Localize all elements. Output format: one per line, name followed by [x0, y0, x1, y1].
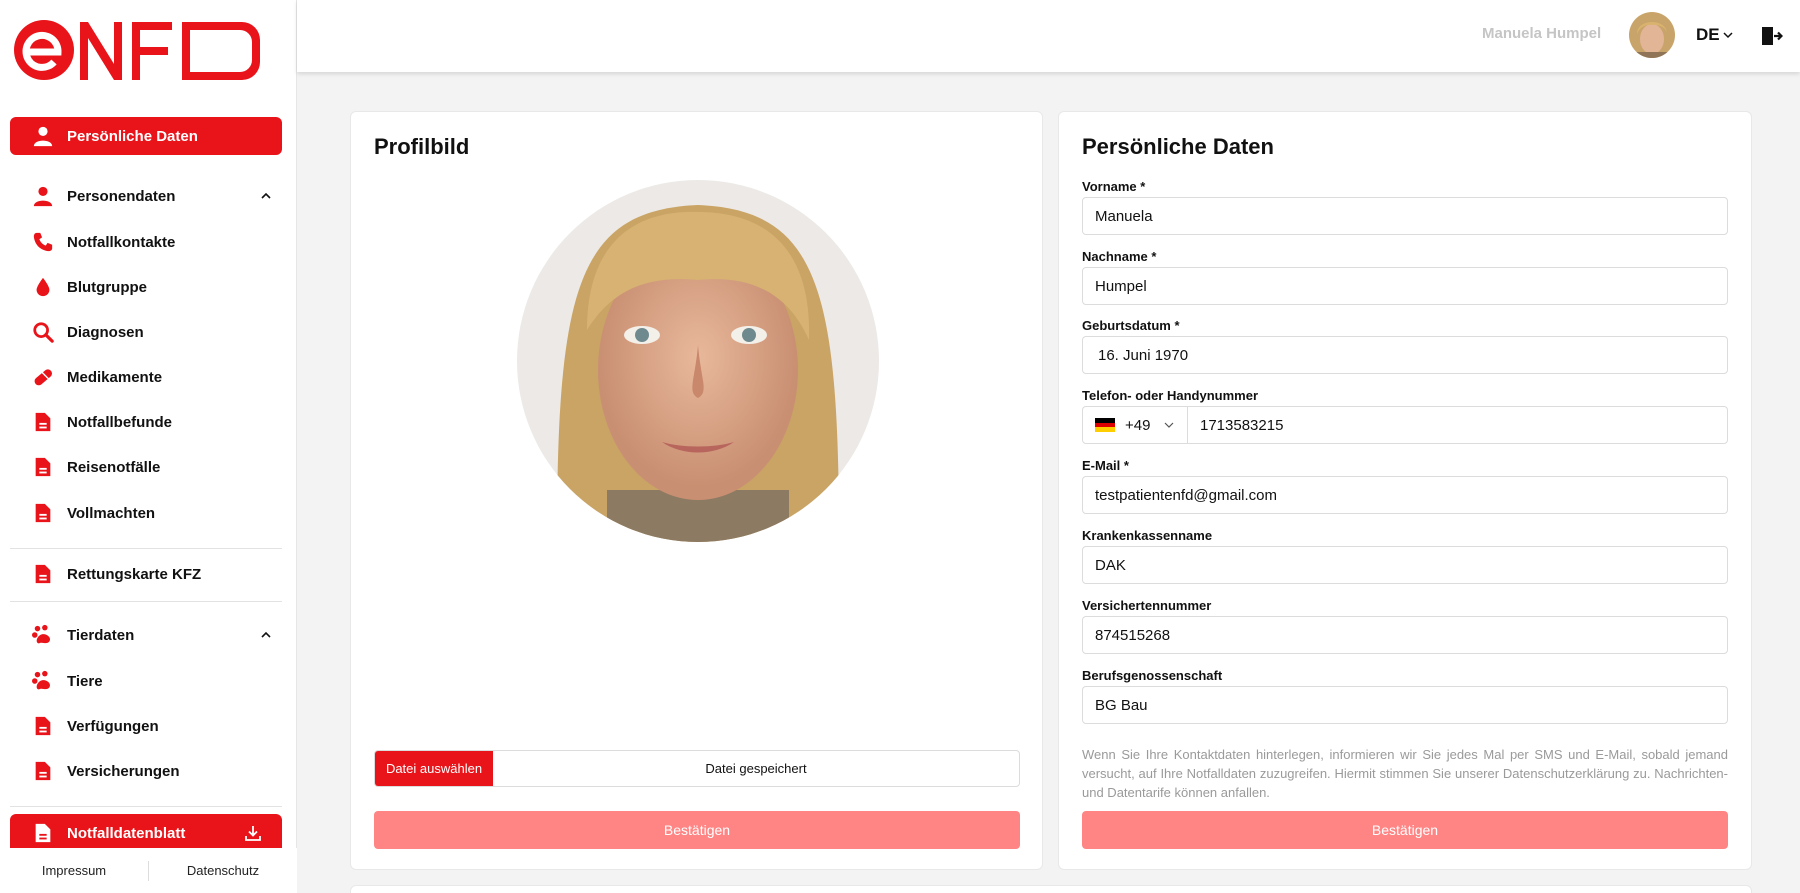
sidebar-item-versicherungen[interactable]: Versicherungen	[10, 752, 282, 790]
card-title: Persönliche Daten	[1082, 134, 1274, 159]
country-code: +49	[1125, 416, 1151, 434]
personal-confirm-button[interactable]: Bestätigen	[1082, 811, 1728, 849]
profile-photo	[517, 180, 879, 542]
person-icon	[31, 184, 55, 208]
document-icon	[31, 714, 55, 738]
impressum-link[interactable]: Impressum	[0, 863, 148, 878]
file-upload[interactable]: Datei auswählen Datei gespeichert	[374, 750, 1020, 787]
sidebar-item-notfallbefunde[interactable]: Notfallbefunde	[10, 403, 282, 441]
lastname-label: Nachname *	[1082, 249, 1157, 264]
language-label: DE	[1696, 25, 1720, 44]
document-icon	[31, 501, 55, 525]
paw-icon	[31, 669, 55, 693]
sidebar-item-label: Diagnosen	[67, 323, 144, 341]
sidebar-item-label: Blutgruppe	[67, 278, 147, 296]
sidebar-group-personendaten[interactable]: Personendaten	[10, 177, 282, 215]
sidebar-item-label: Tiere	[67, 672, 103, 690]
firstname-input[interactable]: Manuela	[1082, 197, 1728, 235]
phone-field: +49 1713583215	[1082, 406, 1728, 444]
sidebar-divider	[10, 806, 282, 807]
sidebar-group-label: Tierdaten	[67, 626, 135, 644]
search-icon	[31, 320, 55, 344]
phone-label: Telefon- oder Handynummer	[1082, 388, 1259, 403]
blood-drop-icon	[31, 275, 55, 299]
sidebar-item-label: Persönliche Daten	[67, 127, 198, 145]
logout-icon[interactable]	[1759, 24, 1783, 48]
trade-association-label: Berufsgenossenschaft	[1082, 668, 1223, 683]
file-status: Datei gespeichert	[705, 761, 807, 776]
choose-file-button[interactable]: Datei auswählen	[375, 751, 493, 786]
document-icon	[31, 455, 55, 479]
next-card	[350, 885, 1752, 893]
insurer-label: Krankenkassenname	[1082, 528, 1213, 543]
lastname-input[interactable]: Humpel	[1082, 267, 1728, 305]
firstname-label: Vorname *	[1082, 179, 1146, 194]
sidebar-item-label: Notfallkontakte	[67, 233, 176, 251]
chevron-down-icon	[1165, 422, 1174, 428]
sidebar-item-medikamente[interactable]: Medikamente	[10, 358, 282, 396]
sidebar-item-tiere[interactable]: Tiere	[10, 662, 282, 700]
sidebar-divider	[10, 601, 282, 602]
sidebar-item-label: Rettungskarte KFZ	[67, 565, 202, 583]
germany-flag-icon	[1095, 418, 1115, 433]
profile-card: Profilbild Datei auswählen Datei gespeic…	[350, 111, 1043, 870]
sidebar-item-label: Vollmachten	[67, 504, 156, 522]
email-label: E-Mail *	[1082, 458, 1129, 473]
email-input[interactable]: testpatientenfd@gmail.com	[1082, 476, 1728, 514]
sidebar-footer: Impressum Datenschutz	[0, 848, 297, 893]
sidebar-item-diagnosen[interactable]: Diagnosen	[10, 313, 282, 351]
document-icon	[31, 821, 55, 845]
sidebar-item-label: Notfallbefunde	[67, 413, 172, 431]
chevron-up-icon[interactable]	[260, 629, 272, 641]
insurer-input[interactable]: DAK	[1082, 546, 1728, 584]
insurance-number-input[interactable]: 874515268	[1082, 616, 1728, 654]
sidebar-item-label: Medikamente	[67, 368, 163, 386]
enfd-logo[interactable]	[14, 18, 276, 82]
trade-association-input[interactable]: BG Bau	[1082, 686, 1728, 724]
phone-input[interactable]: 1713583215	[1188, 407, 1727, 443]
sidebar-item-rettungskarte-kfz[interactable]: Rettungskarte KFZ	[10, 555, 282, 593]
document-icon	[31, 410, 55, 434]
chevron-up-icon[interactable]	[260, 190, 272, 202]
sidebar-item-label: Notfalldatenblatt	[67, 824, 186, 842]
header-user-name[interactable]: Manuela Humpel	[1482, 25, 1601, 42]
chevron-down-icon	[1723, 32, 1733, 39]
birthdate-input[interactable]: 16. Juni 1970	[1082, 336, 1728, 374]
datenschutz-link[interactable]: Datenschutz	[149, 863, 297, 878]
person-icon	[31, 124, 55, 148]
sidebar-item-blutgruppe[interactable]: Blutgruppe	[10, 268, 282, 306]
sidebar-item-label: Reisenotfälle	[67, 458, 161, 476]
document-icon	[31, 759, 55, 783]
phone-icon	[31, 230, 55, 254]
pill-icon	[31, 365, 55, 389]
contact-notice: Wenn Sie Ihre Kontaktdaten hinterlegen, …	[1082, 747, 1728, 800]
country-code-select[interactable]: +49	[1083, 407, 1188, 443]
sidebar-item-reisenotfaelle[interactable]: Reisenotfälle	[10, 448, 282, 486]
document-icon	[31, 562, 55, 586]
sidebar-group-label: Personendaten	[67, 187, 176, 205]
download-icon[interactable]	[244, 824, 262, 842]
insurance-number-label: Versichertennummer	[1082, 598, 1212, 613]
language-selector[interactable]: DE	[1696, 25, 1733, 45]
sidebar-item-notfallkontakte[interactable]: Notfallkontakte	[10, 223, 282, 261]
sidebar-divider	[10, 548, 282, 549]
sidebar-group-tierdaten[interactable]: Tierdaten	[10, 616, 282, 654]
paw-icon	[31, 623, 55, 647]
personal-data-card: Persönliche Daten Vorname * Manuela Nach…	[1058, 111, 1752, 870]
sidebar-item-vollmachten[interactable]: Vollmachten	[10, 494, 282, 532]
sidebar-item-verfuegungen[interactable]: Verfügungen	[10, 707, 282, 745]
card-title: Profilbild	[374, 134, 470, 159]
birthdate-label: Geburtsdatum *	[1082, 318, 1180, 333]
avatar[interactable]	[1629, 12, 1675, 58]
sidebar-item-notfalldatenblatt[interactable]: Notfalldatenblatt	[10, 814, 282, 852]
sidebar: Persönliche Daten Personendaten Notfallk…	[0, 0, 297, 893]
profile-confirm-button[interactable]: Bestätigen	[374, 811, 1020, 849]
sidebar-item-label: Verfügungen	[67, 717, 159, 735]
sidebar-item-persoenliche-daten[interactable]: Persönliche Daten	[10, 117, 282, 155]
sidebar-item-label: Versicherungen	[67, 762, 180, 780]
